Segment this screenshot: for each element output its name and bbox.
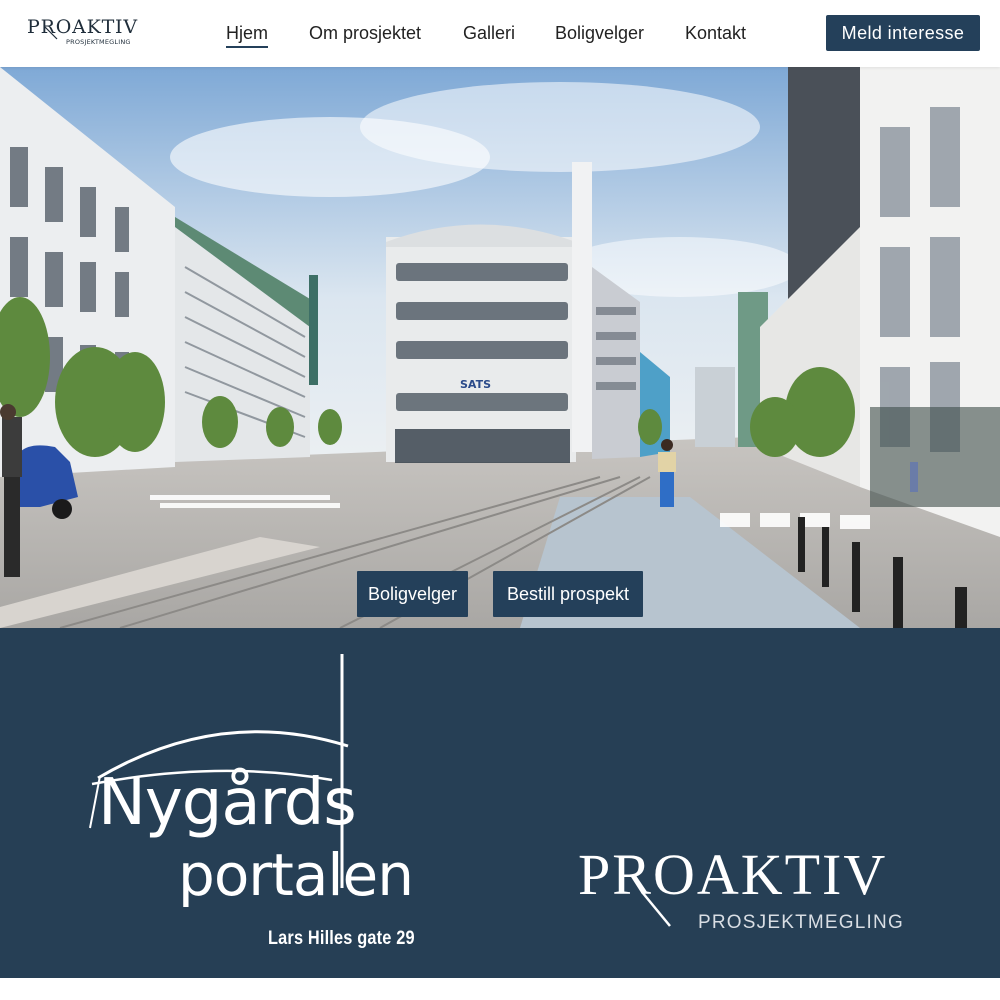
- agent-swoosh-icon: [641, 891, 671, 927]
- brand-band: Nygårds portalen Lars Hilles gate 29 PRO…: [0, 628, 1000, 978]
- page-bottom-strip: [0, 978, 1000, 1000]
- logo-line-1: Nygårds: [98, 766, 357, 840]
- brand-tagline: PROSJEKTMEGLING: [66, 38, 131, 46]
- hero-street-illustration: SATS: [0, 67, 1000, 628]
- meld-interesse-button[interactable]: Meld interesse: [826, 15, 980, 51]
- boligvelger-button[interactable]: Boligvelger: [357, 571, 468, 617]
- nav-item-om-prosjektet[interactable]: Om prosjektet: [309, 23, 421, 44]
- agent-name: PROAKTIV: [578, 842, 888, 907]
- nav-item-boligvelger[interactable]: Boligvelger: [555, 23, 644, 44]
- hero-section: SATS Boligvelger Bestill prospekt: [0, 67, 1000, 628]
- top-navigation: PROAKTIV PROSJEKTMEGLING Hjem Om prosjek…: [0, 0, 1000, 67]
- agent-tagline: PROSJEKTMEGLING: [698, 912, 904, 933]
- nav-item-kontakt[interactable]: Kontakt: [685, 23, 746, 44]
- proaktiv-logo[interactable]: PROAKTIV PROSJEKTMEGLING: [27, 16, 141, 48]
- sats-sign: SATS: [460, 378, 491, 391]
- nav-item-hjem[interactable]: Hjem: [226, 23, 269, 48]
- logo-line-2: portalen: [178, 841, 414, 909]
- bestill-prospekt-button[interactable]: Bestill prospekt: [493, 571, 643, 617]
- logo-address: Lars Hilles gate 29: [268, 928, 415, 949]
- nav-item-galleri[interactable]: Galleri: [463, 23, 515, 44]
